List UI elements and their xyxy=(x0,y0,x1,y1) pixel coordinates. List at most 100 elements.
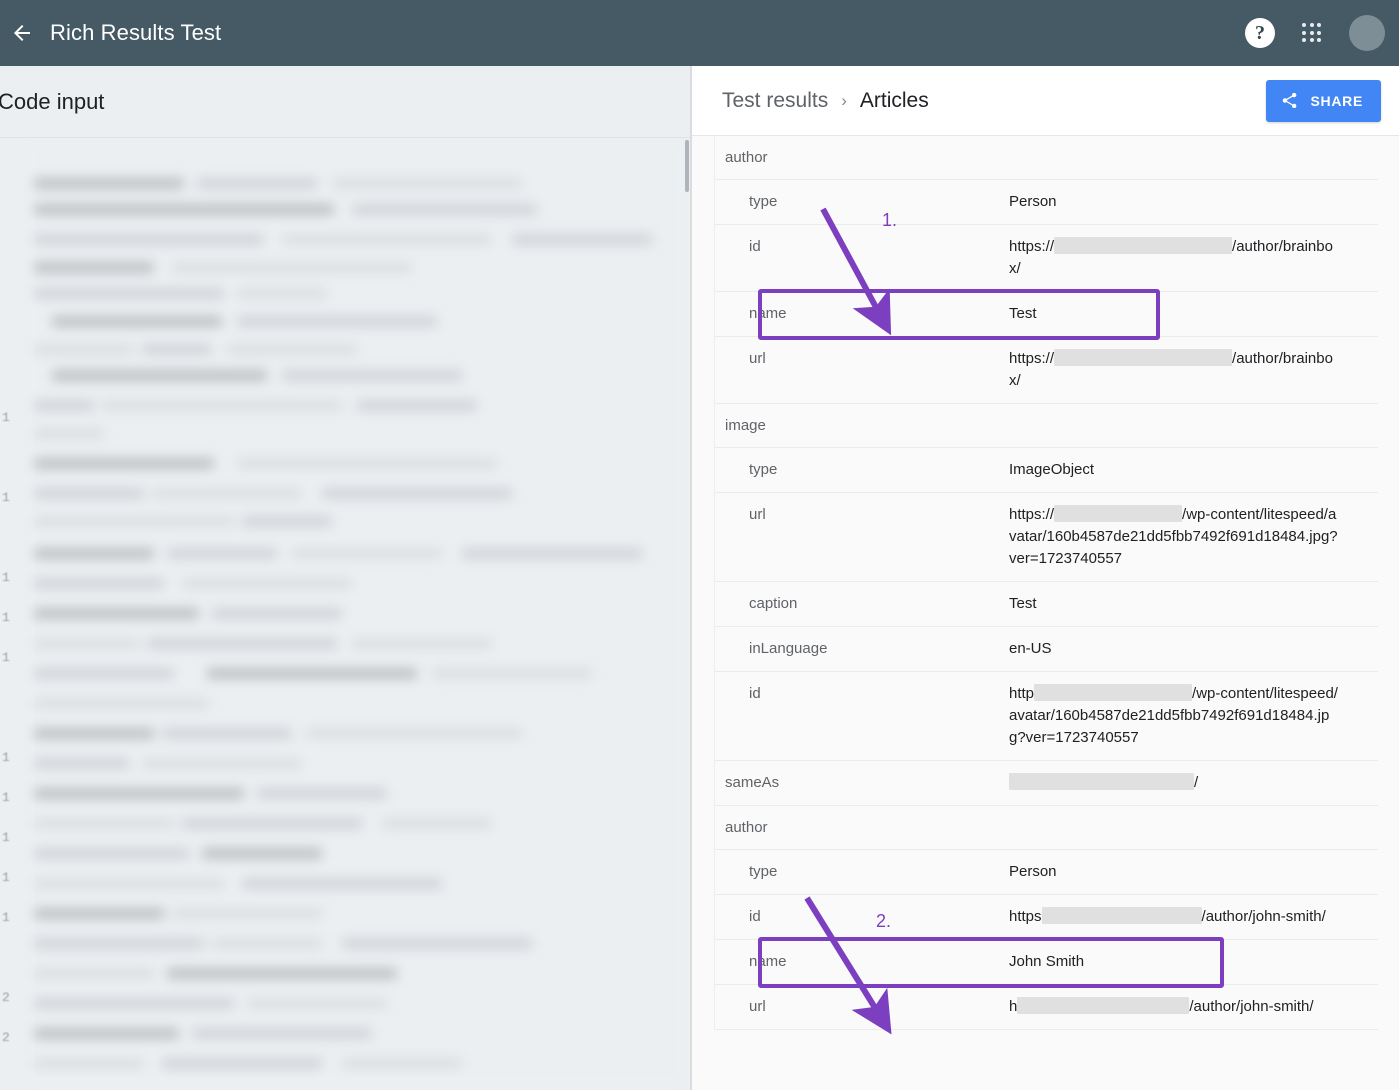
code-text-fragment xyxy=(34,178,184,189)
code-text-fragment xyxy=(34,788,244,799)
code-text-fragment xyxy=(142,344,212,355)
code-line-number: 2 xyxy=(2,990,10,1005)
redacted-text-block xyxy=(1054,349,1233,366)
code-text-fragment xyxy=(34,400,94,411)
results-property-table: author type Person id https:///author/brainb… xyxy=(714,136,1378,1030)
property-key: image xyxy=(725,417,766,434)
property-value: ImageObject xyxy=(1009,461,1095,478)
code-line-number: 1 xyxy=(2,650,10,665)
share-icon xyxy=(1283,92,1297,109)
results-header: Test results › Articles SHARE xyxy=(692,66,1399,136)
code-line-number: 2 xyxy=(2,1030,10,1045)
annotation-number-label: 2. xyxy=(876,911,892,931)
code-text-fragment xyxy=(34,728,154,739)
annotation-highlight-box xyxy=(758,937,1224,988)
apps-dot xyxy=(1302,38,1306,43)
breadcrumb-test-results[interactable]: Test results xyxy=(722,89,828,113)
property-value: https:///author/brainbox/ xyxy=(1009,237,1333,277)
property-key: type xyxy=(749,193,778,210)
property-row: image xyxy=(715,404,1378,448)
code-text-fragment xyxy=(167,968,397,979)
code-line-number: 1 xyxy=(2,790,10,805)
app-header-bar: Rich Results Test ? xyxy=(0,0,1399,66)
property-key: author xyxy=(725,819,768,836)
code-text-fragment xyxy=(242,516,332,527)
code-text-fragment xyxy=(34,204,334,215)
property-row: type ImageObject xyxy=(715,448,1378,493)
property-value: Test xyxy=(1009,595,1037,612)
code-text-fragment xyxy=(237,288,327,299)
code-text-fragment xyxy=(247,998,387,1009)
code-text-fragment xyxy=(292,548,442,559)
code-input-panel: Code input 1 1 1 1 1 1 1 1 1 1 2 2 xyxy=(0,66,690,1090)
results-scroll-region[interactable]: author type Person id https:///author/brainb… xyxy=(692,136,1399,1090)
redacted-text-block xyxy=(1054,237,1233,254)
code-editor-area[interactable]: 1 1 1 1 1 1 1 1 1 1 2 2 xyxy=(0,138,690,1090)
property-key: caption xyxy=(749,595,798,612)
code-text-fragment xyxy=(152,488,302,499)
code-text-fragment xyxy=(34,998,234,1009)
code-line-number: 1 xyxy=(2,570,10,585)
code-text-fragment xyxy=(192,1028,372,1039)
code-text-fragment xyxy=(34,938,204,949)
code-text-fragment xyxy=(34,578,164,589)
code-text-fragment xyxy=(34,758,129,769)
app-title: Rich Results Test xyxy=(50,20,222,45)
property-row: id https:///author/brainbox/ xyxy=(715,225,1378,292)
code-text-fragment xyxy=(34,548,154,559)
code-text-fragment xyxy=(34,668,174,679)
code-text-fragment xyxy=(242,878,442,889)
annotation-highlight-box xyxy=(758,289,1160,340)
property-row: author xyxy=(715,136,1378,180)
property-key: id xyxy=(749,908,761,925)
help-glyph: ? xyxy=(1255,22,1265,44)
code-text-fragment xyxy=(34,1028,179,1039)
help-question-icon[interactable]: ? xyxy=(1245,18,1275,48)
code-text-fragment xyxy=(34,262,154,273)
code-text-fragment xyxy=(34,428,104,439)
code-text-fragment xyxy=(34,516,234,527)
code-text-fragment xyxy=(162,1058,322,1069)
property-row: author xyxy=(715,806,1378,850)
property-key: url xyxy=(749,506,766,523)
code-text-fragment xyxy=(357,400,477,411)
code-text-fragment xyxy=(34,458,214,469)
code-text-fragment xyxy=(282,234,492,245)
code-text-fragment xyxy=(197,178,317,189)
code-line-number: 1 xyxy=(2,910,10,925)
code-line-number: 1 xyxy=(2,870,10,885)
back-arrow-icon[interactable] xyxy=(10,21,34,45)
code-text-fragment xyxy=(34,698,209,709)
code-text-fragment xyxy=(172,262,412,273)
code-editor-scrollbar-thumb[interactable] xyxy=(685,140,689,192)
code-text-fragment xyxy=(182,818,362,829)
property-value: / xyxy=(1009,772,1378,794)
property-key: sameAs xyxy=(725,774,780,791)
property-row: type Person xyxy=(715,850,1378,895)
apps-grid-icon[interactable] xyxy=(1301,22,1323,44)
code-text-fragment xyxy=(34,848,189,859)
breadcrumb-current-articles: Articles xyxy=(859,88,929,112)
code-text-fragment xyxy=(342,938,532,949)
code-text-fragment xyxy=(257,788,387,799)
apps-dot xyxy=(1309,38,1314,43)
results-scrollbar[interactable] xyxy=(1387,136,1399,1090)
code-text-fragment xyxy=(352,638,492,649)
share-button[interactable]: SHARE xyxy=(1266,79,1381,122)
account-avatar-icon[interactable] xyxy=(1349,15,1385,51)
code-text-fragment xyxy=(382,818,492,829)
code-text-fragment xyxy=(34,608,199,619)
property-row: url h/author/john-smith/ xyxy=(715,985,1378,1030)
code-text-fragment xyxy=(307,728,522,739)
apps-dot xyxy=(1317,38,1322,43)
code-text-fragment xyxy=(102,400,342,411)
property-row: inLanguage en-US xyxy=(715,627,1378,672)
property-key: id xyxy=(749,685,761,702)
code-text-fragment xyxy=(282,370,462,381)
code-text-fragment xyxy=(322,488,512,499)
code-text-fragment xyxy=(34,234,264,245)
redacted-text-block xyxy=(1034,684,1193,701)
code-text-fragment xyxy=(34,878,224,889)
code-text-fragment xyxy=(237,458,497,469)
code-editor-content[interactable] xyxy=(22,138,690,1090)
